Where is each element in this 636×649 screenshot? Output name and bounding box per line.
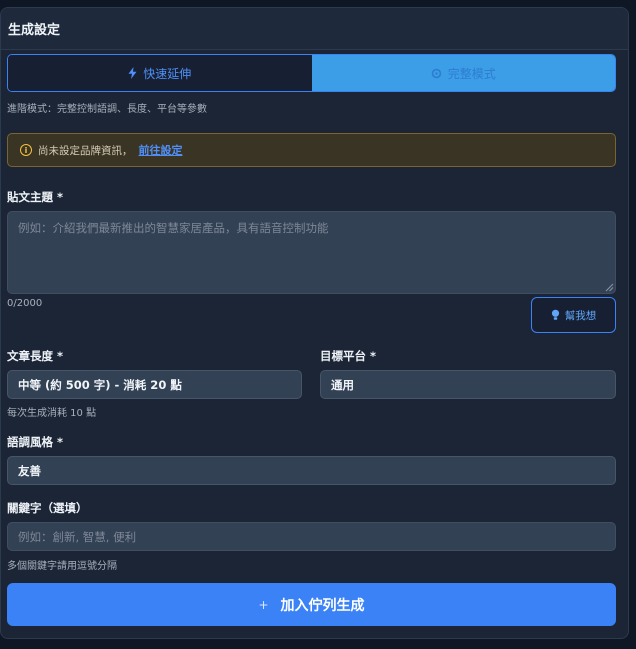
help-me-think-label: 幫我想 [564,309,597,322]
platform-label: 目標平台 * [320,349,377,363]
topic-label: 貼文主題 * [7,190,64,204]
add-to-queue-button[interactable]: + 加入佇列生成 [7,583,616,626]
platform-select[interactable]: 通用 [320,370,616,399]
length-selected-value: 中等 (約 500 字) - 消耗 20 點 [18,377,182,392]
quick-mode-button[interactable]: 快速延伸 [8,55,312,91]
tone-selected-value: 友善 [18,463,41,478]
mode-toggle: 快速延伸 完整模式 [7,54,616,92]
length-cost-note: 每次生成消耗 10 點 [7,408,97,419]
topic-char-counter: 0/2000 [7,298,43,309]
keywords-label: 關鍵字（選填） [7,501,88,515]
quick-mode-label: 快速延伸 [143,66,192,81]
length-select[interactable]: 中等 (約 500 字) - 消耗 20 點 [7,370,302,399]
advanced-mode-button[interactable]: 完整模式 [311,55,615,91]
brand-warning-banner: i 尚未設定品牌資訊， 前往設定 [7,133,616,167]
topic-textarea[interactable] [7,211,616,294]
help-me-think-button[interactable]: 幫我想 [531,297,616,333]
add-to-queue-label: 加入佇列生成 [280,597,365,614]
tone-label: 語調風格 * [7,435,64,449]
plus-icon: + [258,597,269,612]
length-label: 文章長度 * [7,349,64,363]
lightbulb-icon [551,309,559,320]
warning-text: 尚未設定品牌資訊， [38,144,133,157]
info-icon: i [20,144,32,156]
go-to-settings-link[interactable]: 前往設定 [139,142,183,158]
keywords-input[interactable] [7,522,616,551]
platform-selected-value: 通用 [331,377,354,392]
panel-title: 生成設定 [8,23,61,38]
lightning-icon [128,67,137,79]
tone-select[interactable]: 友善 [7,456,616,485]
mode-hint: 進階模式：完整控制語調、長度、平台等參數 [7,104,207,115]
advanced-mode-label: 完整模式 [447,66,496,81]
keywords-note: 多個關鍵字請用逗號分隔 [7,561,117,572]
panel-header: 生成設定 [1,8,628,50]
gear-icon [431,68,442,78]
